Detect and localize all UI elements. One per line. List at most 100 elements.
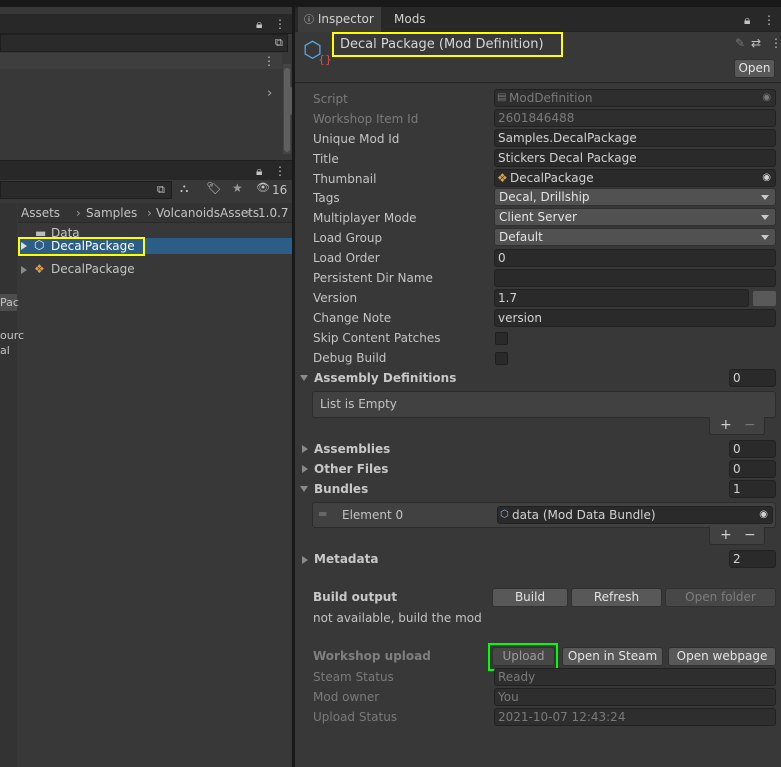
lock-icon[interactable]: 🔒︎ <box>744 14 750 26</box>
multiplayer-dropdown[interactable]: Client Server <box>494 208 776 226</box>
object-picker-icon[interactable]: ◉ <box>759 507 768 523</box>
hierarchy-search[interactable]: ⧉ <box>0 34 288 52</box>
load-group-label: Load Group <box>313 231 383 245</box>
remove-button[interactable]: − <box>744 527 756 543</box>
expand-icon[interactable]: ⧉ <box>275 37 283 48</box>
more-icon[interactable]: ⋮ <box>763 14 775 26</box>
workshop-id-field[interactable]: 2601846488 <box>494 109 776 127</box>
metadata-label[interactable]: Metadata <box>314 552 378 566</box>
project-tabbar: 🔒︎ ⋮ <box>0 160 292 180</box>
highlight-box <box>488 643 558 671</box>
script-field[interactable]: ▤ ModDefinition ◉ <box>494 89 776 107</box>
thumbnail-label: Thumbnail <box>313 172 377 186</box>
open-in-steam-button[interactable]: Open in Steam <box>562 647 663 666</box>
scrollbar[interactable] <box>287 87 292 115</box>
bundle-icon: ⬡ <box>500 509 509 520</box>
tab-mods[interactable]: Mods <box>388 7 438 32</box>
tab-inspector[interactable]: ⓘ Inspector <box>298 7 381 32</box>
add-button[interactable]: + <box>720 417 732 433</box>
change-note-field[interactable]: version <box>494 309 776 327</box>
eye-hidden-icon[interactable]: 👁︎ <box>256 182 270 193</box>
foldout-expanded-icon[interactable] <box>300 486 308 492</box>
unique-id-field[interactable]: Samples.DecalPackage <box>494 129 776 147</box>
list-item[interactable]: ❖ DecalPackage <box>18 262 292 278</box>
object-picker-icon[interactable]: ◉ <box>762 90 771 106</box>
metadata-count[interactable]: 2 <box>729 550 776 568</box>
breadcrumb-item[interactable]: Samples <box>86 206 137 220</box>
assembly-definitions-label[interactable]: Assembly Definitions <box>314 371 456 385</box>
refresh-button[interactable]: Refresh <box>571 588 662 607</box>
bundles-count[interactable]: 1 <box>729 480 776 498</box>
star-icon[interactable]: ★ <box>232 182 243 194</box>
chevron-down-icon <box>761 195 769 200</box>
foldout-collapsed-icon[interactable] <box>302 556 308 564</box>
open-button[interactable]: Open <box>734 59 775 78</box>
other-files-label[interactable]: Other Files <box>314 462 388 476</box>
bundle-object-field[interactable]: ⬡ data (Mod Data Bundle) ◉ <box>497 506 773 524</box>
upload-status-label: Upload Status <box>313 710 398 724</box>
open-webpage-button[interactable]: Open webpage <box>668 647 776 666</box>
thumbnail-field[interactable]: ❖ DecalPackage ◉ <box>494 169 776 187</box>
change-note-label: Change Note <box>313 311 392 325</box>
more-icon[interactable]: ⋮ <box>274 18 286 30</box>
breadcrumb-item[interactable]: VolcanoidsAssets <box>156 206 259 220</box>
remove-button[interactable]: − <box>744 417 756 433</box>
drag-handle-icon[interactable]: ═ <box>319 507 326 521</box>
filter-type-icon[interactable]: ⛬ <box>180 182 188 194</box>
breadcrumb-separator: › <box>246 206 251 220</box>
title-label: Title <box>313 152 339 166</box>
upload-status-field: 2021-10-07 12:43:24 <box>494 708 776 726</box>
object-picker-icon[interactable]: ◉ <box>762 170 771 186</box>
title-field[interactable]: Stickers Decal Package <box>494 149 776 167</box>
label-icon[interactable]: 🏷︎ <box>206 182 221 194</box>
persistent-dir-field[interactable] <box>494 269 776 287</box>
tags-dropdown[interactable]: Decal, Drillship <box>494 188 776 206</box>
script-braces-icon: {} <box>318 53 332 66</box>
more-icon[interactable]: ⋮ <box>263 55 275 67</box>
build-output-label: Build output <box>313 590 398 604</box>
more-icon[interactable]: ⋮ <box>274 165 286 177</box>
script-file-icon: ▤ <box>497 92 507 103</box>
load-group-dropdown[interactable]: Default <box>494 228 776 246</box>
lock-icon[interactable]: 🔒︎ <box>256 165 262 177</box>
load-order-field[interactable]: 0 <box>494 249 776 267</box>
project-search-input[interactable]: ⧉ <box>0 181 172 199</box>
breadcrumb-separator: › <box>147 206 152 220</box>
cut-label: Pac <box>0 296 19 309</box>
bundles-label[interactable]: Bundles <box>314 482 368 496</box>
debug-build-checkbox[interactable] <box>495 352 508 365</box>
build-button[interactable]: Build <box>492 588 568 607</box>
foldout-collapsed-icon[interactable] <box>302 445 308 453</box>
skip-patches-checkbox[interactable] <box>495 332 508 345</box>
assembly-definitions-count[interactable]: 0 <box>729 369 776 387</box>
version-increment-button[interactable] <box>753 291 776 306</box>
list-item-label: DecalPackage <box>51 262 135 276</box>
breadcrumb-item[interactable]: Assets <box>21 206 60 220</box>
foldout-expanded-icon[interactable] <box>300 375 308 381</box>
lock-icon[interactable]: 🔒︎ <box>256 18 262 30</box>
multiplayer-label: Multiplayer Mode <box>313 211 417 225</box>
list-footer: + − <box>709 527 765 545</box>
add-button[interactable]: + <box>720 527 732 543</box>
preset-icon[interactable]: ⇄ <box>751 37 761 49</box>
pen-icon[interactable]: ✎ <box>735 37 745 49</box>
chevron-down-icon <box>761 235 769 240</box>
expand-arrow-icon[interactable] <box>21 266 27 274</box>
open-folder-button[interactable]: Open folder <box>665 588 776 607</box>
more-icon[interactable]: ⋮ <box>770 37 781 49</box>
assemblies-label[interactable]: Assemblies <box>314 442 390 456</box>
breadcrumb-item[interactable]: 1.0.7 <box>258 206 289 220</box>
mod-owner-label: Mod owner <box>313 690 380 704</box>
search-filter-icon[interactable]: ⧉ <box>157 184 165 195</box>
script-value: ModDefinition <box>509 91 593 105</box>
chevron-right-icon[interactable]: › <box>267 87 272 100</box>
version-field[interactable]: 1.7 <box>494 289 749 307</box>
list-empty-text: List is Empty <box>320 397 397 411</box>
element-label: Element 0 <box>342 508 404 522</box>
cut-label: ourc <box>0 329 25 342</box>
assemblies-count[interactable]: 0 <box>729 440 776 458</box>
bundles-list: ═ Element 0 ⬡ data (Mod Data Bundle) ◉ <box>312 502 776 528</box>
tab-label: Inspector <box>317 12 374 26</box>
other-files-count[interactable]: 0 <box>729 460 776 478</box>
foldout-collapsed-icon[interactable] <box>302 465 308 473</box>
